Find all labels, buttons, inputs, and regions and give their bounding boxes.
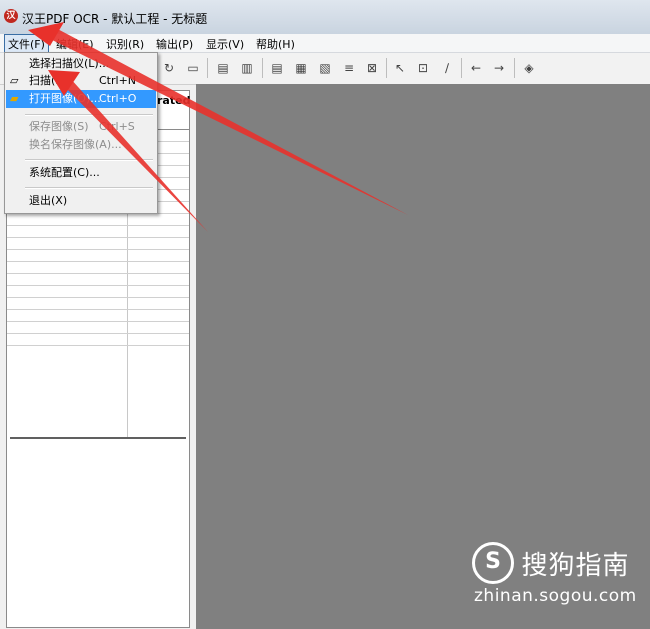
delete-block-icon[interactable]: ⊠: [365, 61, 379, 75]
sogou-logo-icon: S: [472, 542, 514, 584]
grid-row: [7, 333, 189, 334]
toolbar-separator: [461, 58, 462, 78]
menu-separator: [25, 159, 153, 161]
menu-separator: [25, 187, 153, 189]
grid-row: [7, 285, 189, 286]
shortcut-label: Ctrl+O: [99, 92, 137, 105]
image-block-icon[interactable]: ▧: [318, 61, 332, 75]
menu-bar: 文件(F) 编辑(E) 识别(R) 输出(P) 显示(V) 帮助(H): [0, 34, 650, 54]
grid-row: [7, 225, 189, 226]
zoom-region-icon[interactable]: ⊡: [416, 61, 430, 75]
rotate-icon[interactable]: ↻: [162, 61, 176, 75]
menu-item-save-image-as[interactable]: 换名保存图像(A)...: [6, 136, 156, 154]
text-block-icon[interactable]: ▤: [270, 61, 284, 75]
menu-item-system-config[interactable]: 系统配置(C)...: [6, 164, 156, 182]
menu-separator: [25, 114, 153, 116]
toolbar-separator: [207, 58, 208, 78]
open-folder-icon: ▰: [10, 92, 19, 105]
recognize-icon[interactable]: ◈: [522, 61, 536, 75]
toolbar-separator: [386, 58, 387, 78]
grid-row: [7, 345, 189, 346]
toolbar-separator: [514, 58, 515, 78]
menu-file[interactable]: 文件(F): [4, 34, 49, 54]
menu-recognize[interactable]: 识别(R): [106, 36, 144, 52]
menu-item-save-image[interactable]: 保存图像(S) Ctrl+S: [6, 118, 156, 136]
panel-header-label: rated: [157, 94, 191, 107]
layout-split-icon[interactable]: ▥: [240, 61, 254, 75]
pen-icon[interactable]: ∕: [440, 61, 454, 75]
grid-row: [7, 237, 189, 238]
sogou-watermark: S 搜狗指南 zhinan.sogou.com: [472, 542, 636, 606]
grid-row: [7, 261, 189, 262]
shortcut-label: Ctrl+S: [99, 120, 135, 133]
menu-edit[interactable]: 编辑(E): [56, 36, 94, 52]
menu-item-select-scanner[interactable]: 选择扫描仪(L)...: [6, 55, 156, 73]
grid-row: [7, 273, 189, 274]
menu-view[interactable]: 显示(V): [206, 36, 244, 52]
menu-item-exit[interactable]: 退出(X): [6, 192, 156, 210]
pointer-icon[interactable]: ↖: [393, 61, 407, 75]
menu-output[interactable]: 输出(P): [156, 36, 193, 52]
arrow-right-icon[interactable]: →: [492, 61, 506, 75]
menu-item-open-image[interactable]: ▰ 打开图像(O)... Ctrl+O: [6, 90, 156, 108]
grid-row: [7, 321, 189, 322]
layout-icon[interactable]: ▤: [216, 61, 230, 75]
lines-icon[interactable]: ≡: [342, 61, 356, 75]
watermark-brand: 搜狗指南: [521, 550, 630, 581]
title-bar: 汉 汉王PDF OCR - 默认工程 - 无标题: [0, 0, 650, 35]
app-logo-icon: 汉: [4, 9, 18, 23]
grid-row: [7, 249, 189, 250]
thumbnail-preview: [10, 437, 186, 627]
grid-row: [7, 309, 189, 310]
shortcut-label: Ctrl+N: [99, 74, 137, 87]
window-title: 汉王PDF OCR - 默认工程 - 无标题: [22, 12, 208, 26]
arrow-left-icon[interactable]: ←: [469, 61, 483, 75]
scanner-icon: ▱: [10, 74, 19, 87]
table-block-icon[interactable]: ▦: [294, 61, 308, 75]
menu-help[interactable]: 帮助(H): [256, 36, 295, 52]
watermark-url: zhinan.sogou.com: [474, 586, 637, 606]
grid-row: [7, 297, 189, 298]
image-icon[interactable]: ▭: [186, 61, 200, 75]
file-menu-dropdown: 选择扫描仪(L)... ▱ 扫描(N) Ctrl+N ▰ 打开图像(O)... …: [4, 52, 158, 214]
toolbar-separator: [262, 58, 263, 78]
menu-item-scan[interactable]: ▱ 扫描(N) Ctrl+N: [6, 72, 156, 90]
